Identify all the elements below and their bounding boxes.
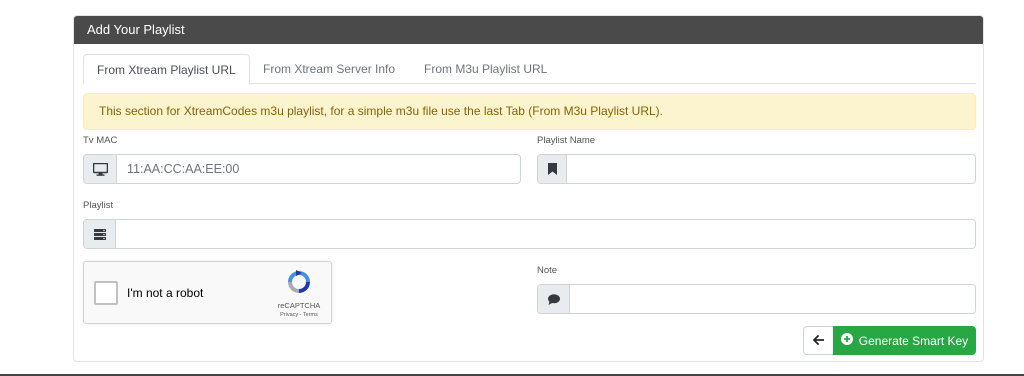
playlist-label: Playlist bbox=[83, 200, 114, 211]
server-icon bbox=[84, 220, 116, 248]
add-playlist-panel: Add Your Playlist From Xtream Playlist U… bbox=[73, 15, 984, 362]
generate-smart-key-button[interactable]: Generate Smart Key bbox=[833, 326, 976, 355]
tv-mac-input[interactable] bbox=[117, 155, 520, 183]
tab-bar: From Xtream Playlist URL From Xtream Ser… bbox=[83, 54, 976, 85]
playlist-name-group bbox=[537, 154, 976, 184]
recaptcha-logo-icon bbox=[286, 269, 312, 295]
comment-icon bbox=[538, 285, 570, 313]
note-group bbox=[537, 284, 976, 314]
tab-xtream-server-info[interactable]: From Xtream Server Info bbox=[250, 54, 408, 85]
tv-mac-label: Tv MAC bbox=[83, 135, 118, 146]
arrow-left-icon bbox=[813, 332, 825, 350]
playlist-name-label: Playlist Name bbox=[537, 135, 596, 146]
recaptcha-links[interactable]: Privacy - Terms bbox=[269, 312, 329, 318]
tab-xtream-playlist-url[interactable]: From Xtream Playlist URL bbox=[83, 54, 250, 85]
recaptcha-brand: reCAPTCHA bbox=[277, 301, 321, 310]
bookmark-icon bbox=[538, 155, 567, 183]
note-input[interactable] bbox=[570, 285, 975, 313]
generate-label: Generate Smart Key bbox=[858, 333, 969, 348]
playlist-name-input[interactable] bbox=[567, 155, 975, 183]
recaptcha-checkbox[interactable] bbox=[94, 281, 118, 305]
panel-title: Add Your Playlist bbox=[74, 16, 983, 44]
playlist-group bbox=[83, 219, 976, 249]
recaptcha-widget: I'm not a robot reCAPTCHA Privacy - Term… bbox=[83, 261, 332, 324]
tv-mac-group bbox=[83, 154, 521, 184]
monitor-icon bbox=[84, 155, 117, 183]
plus-circle-icon bbox=[840, 333, 853, 348]
info-alert: This section for XtreamCodes m3u playlis… bbox=[83, 93, 976, 130]
back-button[interactable] bbox=[803, 326, 834, 355]
tab-m3u-playlist-url[interactable]: From M3u Playlist URL bbox=[411, 54, 560, 85]
playlist-input[interactable] bbox=[116, 220, 975, 248]
note-label: Note bbox=[537, 265, 558, 276]
recaptcha-label: I'm not a robot bbox=[127, 286, 204, 300]
